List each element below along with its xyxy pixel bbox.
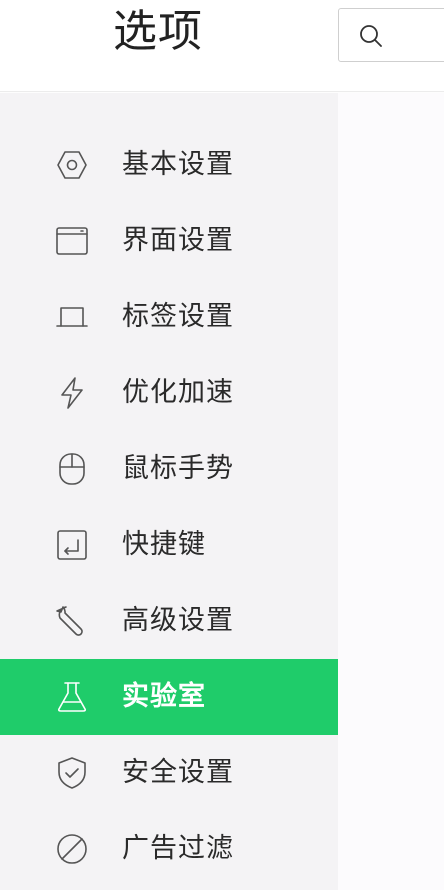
block-icon bbox=[57, 834, 87, 864]
mouse-icon bbox=[59, 453, 85, 485]
sidebar-item-label: 安全设置 bbox=[122, 757, 234, 788]
search-icon[interactable] bbox=[357, 22, 385, 50]
sidebar-item-label: 优化加速 bbox=[122, 377, 234, 408]
sidebar-item-tab-settings[interactable]: 标签设置 bbox=[0, 279, 338, 355]
sidebar-item-label: 界面设置 bbox=[122, 225, 234, 256]
flask-icon bbox=[57, 682, 87, 712]
sidebar-item-label: 鼠标手势 bbox=[122, 453, 234, 484]
sidebar-item-label: 高级设置 bbox=[122, 605, 234, 636]
sidebar-item-optimize[interactable]: 优化加速 bbox=[0, 355, 338, 431]
sidebar-item-label: 实验室 bbox=[122, 681, 206, 712]
sidebar-item-mouse-gestures[interactable]: 鼠标手势 bbox=[0, 431, 338, 507]
settings-content-pane bbox=[338, 93, 444, 890]
keyboard-icon bbox=[57, 530, 87, 560]
wrench-icon bbox=[56, 606, 83, 636]
shield-icon bbox=[58, 757, 86, 789]
sidebar-item-ad-filter[interactable]: 广告过滤 bbox=[0, 811, 338, 887]
search-input[interactable] bbox=[391, 17, 444, 55]
sidebar-item-lab[interactable]: 实验室 bbox=[0, 659, 338, 735]
sidebar-item-label: 基本设置 bbox=[122, 149, 234, 180]
tab-icon bbox=[56, 307, 88, 327]
sidebar-item-shortcuts[interactable]: 快捷键 bbox=[0, 507, 338, 583]
sidebar-item-label: 广告过滤 bbox=[122, 833, 234, 864]
sidebar-item-label: 标签设置 bbox=[122, 301, 234, 332]
window-icon bbox=[56, 227, 88, 255]
sidebar-item-label: 快捷键 bbox=[122, 529, 206, 560]
sidebar-item-advanced-settings[interactable]: 高级设置 bbox=[0, 583, 338, 659]
sidebar: 基本设置 界面设置 标签设置 优化加速 鼠标手势 快捷键 高级设置 实验室 安全… bbox=[0, 93, 338, 890]
page-title: 选项 bbox=[113, 6, 203, 57]
sidebar-item-interface-settings[interactable]: 界面设置 bbox=[0, 203, 338, 279]
sidebar-item-basic-settings[interactable]: 基本设置 bbox=[0, 127, 338, 203]
search-box[interactable] bbox=[338, 8, 444, 62]
hexagon-icon bbox=[57, 151, 87, 179]
header: 选项 bbox=[0, 0, 444, 92]
sidebar-item-security-settings[interactable]: 安全设置 bbox=[0, 735, 338, 811]
lightning-icon bbox=[61, 377, 83, 409]
